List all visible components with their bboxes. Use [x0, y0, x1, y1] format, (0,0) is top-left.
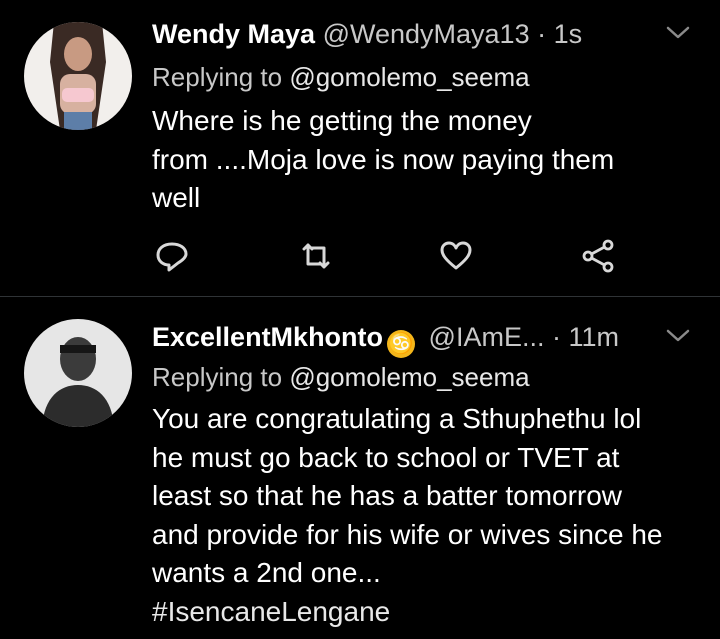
- display-name[interactable]: Wendy Maya: [152, 19, 315, 49]
- separator-dot: ·: [552, 322, 561, 352]
- tweet-text: Where is he getting the money from ....M…: [152, 102, 614, 218]
- reply-mention[interactable]: @gomolemo_seema: [289, 62, 529, 92]
- tweet-actions: [152, 236, 622, 276]
- like-icon[interactable]: [436, 236, 476, 276]
- chevron-down-icon[interactable]: [664, 24, 692, 47]
- avatar-excellent-mkhonto[interactable]: [24, 319, 132, 427]
- share-icon[interactable]: [578, 236, 618, 276]
- tweet-text: You are congratulating a Sthuphethu lol …: [152, 400, 662, 631]
- tweet-line: well: [152, 182, 201, 213]
- tweet-line: from ....Moja love is now paying them: [152, 143, 615, 175]
- user-handle[interactable]: @IAmE...: [429, 322, 545, 352]
- replying-to: Replying to @gomolemo_seema: [152, 359, 530, 395]
- cancer-emoji-icon: ♋: [387, 330, 416, 358]
- replying-to: Replying to @gomolemo_seema: [152, 59, 530, 95]
- retweet-icon[interactable]: [296, 236, 336, 276]
- separator-dot: ·: [537, 19, 547, 49]
- tweet-line: he must go back to school or TVET at: [152, 441, 620, 473]
- replying-prefix: Replying to: [152, 62, 283, 92]
- chevron-down-icon[interactable]: [664, 327, 692, 350]
- hashtag-link[interactable]: #IsencaneLengane: [152, 593, 662, 632]
- tweet-line: Where is he getting the money: [152, 105, 532, 136]
- tweet-header: Wendy Maya @WendyMaya13 · 1s: [152, 16, 582, 52]
- timestamp[interactable]: 1s: [554, 19, 583, 49]
- user-handle[interactable]: @WendyMaya13: [323, 19, 530, 49]
- reply-mention[interactable]: @gomolemo_seema: [289, 362, 529, 392]
- timestamp[interactable]: 11m: [569, 322, 620, 352]
- tweet-header: ExcellentMkhonto ♋ @IAmE... · 11m: [152, 319, 620, 358]
- avatar-wendy-maya[interactable]: [24, 22, 132, 130]
- tweet-wendy-maya[interactable]: Wendy Maya @WendyMaya13 · 1s Replying to…: [0, 0, 720, 296]
- tweet-line: least so that he has a batter tomorrow: [152, 480, 623, 511]
- reply-icon[interactable]: [152, 236, 192, 276]
- tweet-line: wants a 2nd one...: [152, 557, 381, 588]
- display-name[interactable]: ExcellentMkhonto: [152, 322, 383, 352]
- replying-prefix: Replying to: [152, 362, 283, 392]
- tweet-line: and provide for his wife or wives since …: [152, 518, 663, 550]
- tweet-line: You are congratulating a Sthuphethu lol: [152, 403, 642, 434]
- tweet-excellent-mkhonto[interactable]: ExcellentMkhonto ♋ @IAmE... · 11m Replyin…: [0, 297, 720, 638]
